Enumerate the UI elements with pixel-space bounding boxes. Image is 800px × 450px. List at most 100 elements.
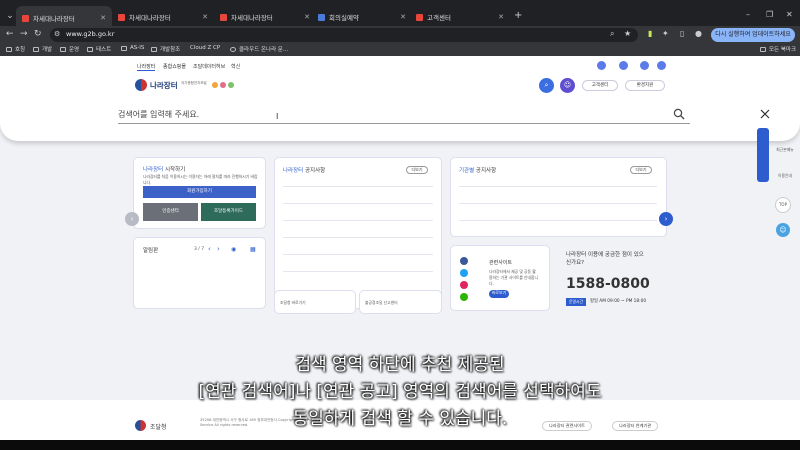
address-bar[interactable] [50, 28, 638, 42]
notice-more-button[interactable]: 더보기 [406, 166, 428, 174]
float-recent[interactable]: 최근본메뉴 [772, 147, 798, 153]
bookmark-link[interactable]: Cloud Z CP [190, 45, 220, 51]
close-window-icon[interactable]: ✕ [786, 10, 793, 19]
tab-close-icon[interactable]: ✕ [100, 14, 106, 22]
util-icon-4[interactable] [657, 61, 666, 70]
minimize-icon[interactable]: – [746, 10, 750, 19]
bookmark-folder[interactable]: AS-IS [121, 45, 144, 51]
carousel-prev-button[interactable]: ‹ [125, 212, 139, 226]
customer-center-button[interactable]: 고객센터 [582, 80, 618, 91]
folder-icon [151, 46, 157, 52]
org-notice-title: 기관별 공지사항 [459, 166, 496, 174]
site-header [0, 74, 800, 98]
util-icon-3[interactable] [640, 61, 649, 70]
maximize-icon[interactable]: ❐ [766, 10, 773, 19]
tab-close-icon[interactable]: ✕ [304, 13, 310, 21]
search-input[interactable] [118, 106, 690, 124]
folder-icon [6, 46, 12, 52]
env-settings-button[interactable]: 환경지원 [625, 80, 665, 91]
reload-icon[interactable]: ↻ [34, 29, 42, 39]
extension-icon[interactable]: ▮ [648, 29, 652, 38]
update-button[interactable]: 다시 실행하여 업데이트하세요 [711, 28, 795, 42]
favicon-icon [220, 13, 227, 21]
bookmark-folder[interactable]: 호칭 [6, 45, 25, 53]
bookmark-folder[interactable]: 운영 [60, 45, 79, 53]
back-icon[interactable]: ← [6, 29, 14, 39]
tab-close-icon[interactable]: ✕ [498, 13, 504, 21]
blog-icon[interactable] [460, 293, 468, 301]
user-circle-button[interactable]: ☺ [560, 78, 575, 93]
bookmark-folder[interactable]: 테스트 [87, 45, 111, 53]
youtube-icon[interactable] [460, 281, 468, 289]
float-guide[interactable]: 이용안내 [772, 173, 798, 179]
banner-1-label: 조달청 바로가기 [280, 300, 306, 305]
bookmark-folder[interactable]: 개발참조 [151, 45, 180, 53]
divider [283, 203, 433, 204]
member-join-button[interactable]: 회원가입하기 [143, 186, 256, 198]
title-highlight: 나라장터 [283, 168, 304, 174]
favicon-icon [318, 13, 325, 21]
menu-shopping[interactable]: 종합쇼핑몰 [163, 63, 186, 70]
bookmarks-bar [0, 44, 800, 56]
new-tab-button[interactable]: + [514, 10, 522, 22]
globe-icon [230, 46, 236, 52]
alarm-prev-icon[interactable]: ‹ [208, 245, 211, 253]
all-bookmarks[interactable]: 모든 북마크 [760, 45, 796, 53]
carousel-next-button[interactable]: › [659, 212, 673, 226]
search-circle-button[interactable]: ⌕ [539, 78, 554, 93]
alarm-pager: 3 / 7 [194, 247, 205, 252]
search-icon[interactable] [673, 108, 685, 120]
site-logo[interactable]: 나라장터 [150, 80, 178, 91]
scroll-top-button[interactable]: TOP [775, 197, 791, 213]
alarm-toggle-icon[interactable]: ◉ [231, 246, 236, 253]
bookmark-label: 테스트 [96, 47, 112, 53]
browser-tab-2[interactable]: 차세대나라장터 ✕ [118, 10, 214, 24]
auth-center-button[interactable]: 인증센터 [143, 203, 198, 221]
side-panel-icon[interactable]: ▯ [680, 29, 684, 38]
folder-icon [33, 46, 39, 52]
title-rest: 공지사항 [474, 168, 497, 174]
tab-label: 회의실예약 [329, 14, 359, 22]
chatbot-icon[interactable]: ☺ [776, 223, 790, 237]
forward-icon[interactable]: → [20, 29, 28, 39]
menu-innovation[interactable]: 혁신 [231, 63, 240, 70]
folder-icon [121, 45, 127, 51]
tab-search-icon[interactable]: ⌄ [4, 10, 16, 22]
decoration-icon [220, 82, 226, 88]
profile-icon[interactable]: ● [695, 29, 702, 38]
divider [283, 271, 433, 272]
browser-tab-3[interactable]: 차세대나라장터 ✕ [220, 10, 316, 24]
bookmark-folder[interactable]: 개발 [33, 45, 52, 53]
related-view-button[interactable]: 바로보기 [489, 290, 509, 298]
extensions-puzzle-icon[interactable]: ✦ [662, 29, 669, 38]
tab-close-icon[interactable]: ✕ [202, 13, 208, 21]
twitter-icon[interactable] [460, 269, 468, 277]
org-notice-more-button[interactable]: 더보기 [630, 166, 652, 174]
zoom-icon[interactable]: ⌕ [610, 29, 614, 39]
browser-tab-4[interactable]: 회의실예약 ✕ [318, 10, 412, 24]
menu-datahub[interactable]: 조달데이터허브 [193, 63, 225, 70]
menu-nara[interactable]: 나라장터 [137, 63, 156, 71]
alarm-grid-icon[interactable]: ▦ [250, 246, 256, 253]
floating-quick-menu[interactable] [757, 128, 769, 182]
close-icon[interactable] [759, 108, 771, 120]
guide-button[interactable]: 조달등록가이드 [201, 203, 256, 221]
util-icon-2[interactable] [619, 61, 628, 70]
title-highlight: 기관별 [459, 168, 475, 174]
browser-tab-5[interactable]: 고객센터 ✕ [416, 10, 510, 24]
os-taskbar [0, 440, 800, 450]
divider [459, 220, 657, 221]
alarm-next-icon[interactable]: › [217, 245, 220, 253]
screen: ⌄ 차세대나라장터 ✕ 차세대나라장터 ✕ 차세대나라장터 ✕ 회의실예약 ✕ … [0, 0, 800, 450]
facebook-icon[interactable] [460, 257, 468, 265]
url-text: www.g2b.go.kr [66, 30, 115, 38]
bookmark-star-icon[interactable]: ★ [624, 29, 631, 38]
tab-label: 차세대나라장터 [129, 14, 171, 22]
util-icon-1[interactable] [597, 61, 606, 70]
site-info-icon[interactable]: ⚙ [54, 30, 60, 38]
folder-icon [87, 46, 93, 52]
bookmark-link[interactable]: 클라우드 온나라 문... [230, 45, 288, 53]
divider [459, 203, 657, 204]
favicon-icon [416, 13, 423, 21]
tab-close-icon[interactable]: ✕ [400, 13, 406, 21]
